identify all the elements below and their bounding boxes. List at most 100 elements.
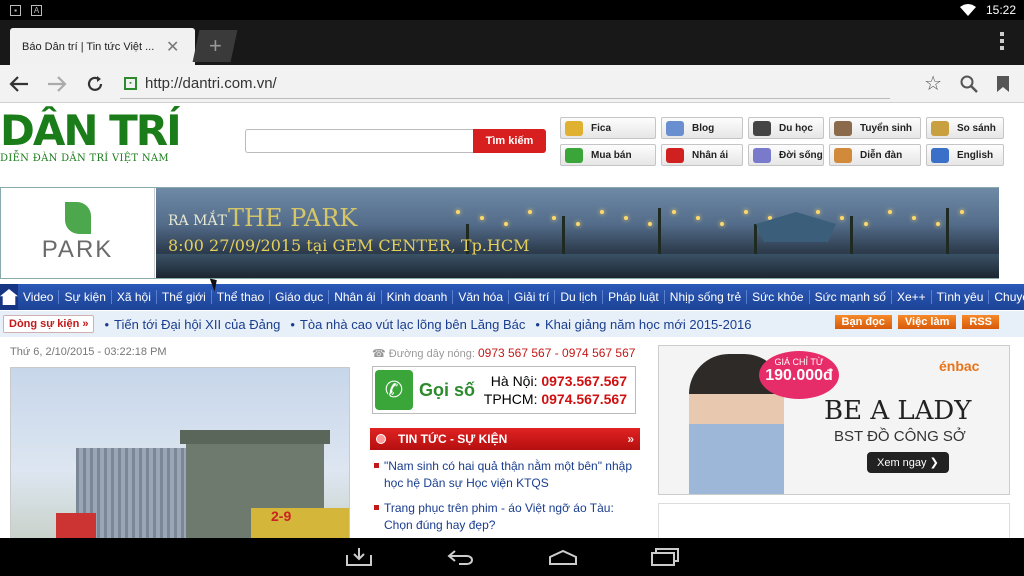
site-search: Tìm kiếm [245, 129, 546, 153]
clock: 15:22 [985, 3, 1016, 17]
category-link[interactable]: Tình yêu [932, 290, 990, 304]
right-column: GIÁ CHỈ TỪ 190.000đ énbac BE A LADY BST … [658, 341, 1010, 538]
phone-icon: ☎ [372, 348, 386, 360]
system-nav-bar [0, 538, 1024, 576]
category-link[interactable]: Kinh doanh [382, 290, 454, 304]
category-link[interactable]: Nhân ái [329, 290, 382, 304]
news-section-header[interactable]: TIN TỨC - SỰ KIỆN » [370, 428, 640, 450]
viec-lam-button[interactable]: Việc làm [897, 315, 957, 329]
quick-link[interactable]: English [926, 144, 1004, 166]
category-link[interactable]: Xã hội [112, 290, 157, 304]
category-link[interactable]: Pháp luật [603, 290, 665, 304]
search-button[interactable]: Tìm kiếm [473, 129, 546, 153]
event-link[interactable]: Khai giảng năm học mới 2015-2016 [535, 317, 752, 332]
hotline-numbers: 0973 567 567 - 0974 567 567 [477, 346, 636, 360]
category-link[interactable]: Du lịch [555, 290, 604, 304]
category-link[interactable]: Giải trí [509, 290, 556, 304]
quick-link[interactable]: Fica [560, 117, 656, 139]
address-field[interactable]: ▪ http://dantri.com.vn/ [120, 69, 890, 99]
tab-bar: Báo Dân trí | Tin tức Việt ... ✕ + [0, 20, 1024, 65]
forward-button[interactable] [38, 65, 76, 103]
site-logo[interactable]: DÂN TRÍ DIỄN ĐÀN DÂN TRÍ VIỆT NAM [0, 109, 190, 171]
url-text: http://dantri.com.vn/ [145, 74, 277, 92]
search-icon[interactable] [960, 75, 978, 93]
back-nav-button[interactable] [445, 546, 477, 568]
reload-button[interactable] [76, 65, 114, 103]
app-notification-icon: A [31, 4, 42, 16]
event-link[interactable]: Tòa nhà cao vút lạc lõng bên Lăng Bác [290, 317, 526, 332]
event-label[interactable]: Dòng sự kiện » [3, 315, 95, 333]
site-favicon-icon: ▪ [124, 76, 137, 90]
event-link[interactable]: Tiến tới Đại hội XII của Đảng [104, 317, 280, 332]
status-bar: ▪ A 15:22 [0, 0, 1024, 20]
bullet-icon [376, 434, 386, 444]
news-item[interactable]: Trang phục trên phim - áo Việt ngỡ áo Tà… [372, 500, 638, 534]
rss-button[interactable]: RSS [962, 315, 999, 329]
news-list: "Nam sinh có hai quả thận nằm một bên" n… [372, 458, 638, 538]
back-button[interactable] [0, 65, 38, 103]
category-link[interactable]: Sự kiện [59, 290, 112, 304]
overflow-menu-icon[interactable] [1000, 32, 1004, 50]
quick-link[interactable]: Du học [748, 117, 824, 139]
quick-link[interactable]: So sánh [926, 117, 1004, 139]
quick-link[interactable]: Nhân ái [661, 144, 743, 166]
main-column: Thứ 6, 2/10/2015 - 03:22:18 PM 2-9 [0, 338, 360, 538]
ad-brand: énbac [939, 358, 980, 374]
ad-banner-the-park[interactable]: PARK RA MẮT THE PARK 8:00 27/09/2015 tại… [0, 187, 999, 279]
category-link[interactable]: Thể thao [212, 290, 271, 304]
new-tab-button[interactable]: + [192, 30, 238, 62]
quick-link-icon [834, 147, 852, 163]
forward-arrow-icon [48, 75, 67, 92]
close-tab-icon[interactable]: ✕ [166, 37, 179, 57]
quick-link-icon [565, 147, 583, 163]
quick-link-icon [565, 120, 583, 136]
image-notification-icon: ▪ [10, 4, 21, 16]
quick-link[interactable]: Đời sống [748, 144, 824, 166]
category-link[interactable]: Sức mạnh số [810, 290, 892, 304]
ad-be-a-lady[interactable]: GIÁ CHỈ TỪ 190.000đ énbac BE A LADY BST … [658, 345, 1010, 495]
bookmarks-icon[interactable] [996, 75, 1010, 93]
category-link[interactable]: Xe++ [892, 290, 932, 304]
quick-links: Fica Blog Du học Tuyển sinh So sánh Mua bán Nh… [560, 117, 1004, 166]
price-badge: GIÁ CHỈ TỪ 190.000đ [759, 351, 839, 399]
current-datetime: Thứ 6, 2/10/2015 - 03:22:18 PM [10, 346, 167, 358]
category-link[interactable]: Video [18, 290, 60, 304]
plus-icon: + [208, 33, 222, 58]
news-item[interactable]: "Nam sinh có hai quả thận nằm một bên" n… [372, 458, 638, 492]
category-link[interactable]: Sức khỏe [747, 290, 810, 304]
home-nav-button[interactable] [547, 546, 579, 568]
logo-text: DÂN TRÍ [0, 106, 182, 155]
category-nav: Video Sự kiện Xã hội Thế giới Thể thao Giáo d… [0, 284, 1024, 310]
wifi-icon [959, 4, 976, 16]
screenshot-button[interactable] [343, 546, 375, 568]
quick-link-icon [834, 120, 852, 136]
quick-link-icon [931, 120, 949, 136]
recents-nav-button[interactable] [649, 546, 681, 568]
home-button[interactable] [0, 284, 18, 310]
quick-link[interactable]: Diễn đàn [829, 144, 921, 166]
reload-icon [87, 75, 103, 91]
leaf-icon [64, 202, 91, 234]
category-link[interactable]: Chuyện lạ [989, 290, 1024, 304]
search-input[interactable] [245, 129, 473, 153]
goiso-box[interactable]: ✆ Gọi số Hà Nội: 0973.567.567 TPHCM: 097… [372, 366, 636, 414]
quick-link-icon [931, 147, 949, 163]
ban-doc-button[interactable]: Bạn đọc [834, 315, 892, 329]
quick-link[interactable]: Mua bán [560, 144, 656, 166]
quick-link[interactable]: Tuyển sinh [829, 117, 921, 139]
ad-slot [658, 503, 1010, 538]
download-tray-icon [346, 548, 372, 566]
category-link[interactable]: Văn hóa [453, 290, 510, 304]
category-link[interactable]: Nhịp sống trẻ [665, 290, 748, 304]
quick-link-icon [666, 120, 684, 136]
tab-title: Báo Dân trí | Tin tức Việt ... [22, 40, 155, 53]
ad-headline: BE A LADY [824, 396, 972, 426]
ad-cta-button[interactable]: Xem ngay ❯ [867, 452, 949, 473]
category-link[interactable]: Thế giới [157, 290, 212, 304]
banner-scene: RA MẮT THE PARK 8:00 27/09/2015 tại GEM … [156, 188, 999, 278]
browser-tab[interactable]: Báo Dân trí | Tin tức Việt ... ✕ [10, 28, 195, 65]
bookmark-star-icon[interactable]: ☆ [924, 71, 942, 96]
quick-link[interactable]: Blog [661, 117, 743, 139]
category-link[interactable]: Giáo dục [270, 290, 330, 304]
headline-photo[interactable]: 2-9 [10, 367, 350, 538]
